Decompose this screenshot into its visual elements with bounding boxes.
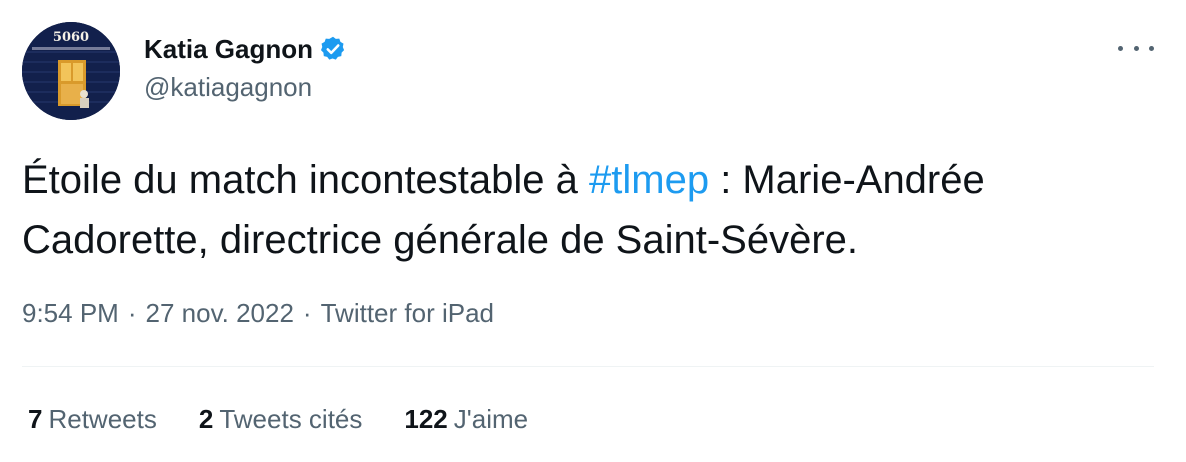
quote-tweets-label: Tweets cités [219,404,363,434]
tweet-meta: 9:54 PM · 27 nov. 2022 · Twitter for iPa… [22,298,494,329]
tweet-text: Étoile du match incontestable à #tlmep :… [22,150,1162,270]
likes-label: J'aime [453,404,529,434]
likes-stat[interactable]: 122 J'aime [404,404,528,435]
retweets-label: Retweets [48,404,157,434]
quote-tweets-stat[interactable]: 2 Tweets cités [199,404,363,435]
dot-icon [1133,45,1139,51]
tweet-card: 5060 Katia Gagnon @katiagagnon Étoile du… [0,0,1186,462]
avatar[interactable]: 5060 [22,22,120,120]
meta-separator: · [302,298,312,328]
likes-count: 122 [404,404,448,434]
author-handle[interactable]: @katiagagnon [144,72,312,103]
more-options-button[interactable] [1118,36,1154,60]
author-name[interactable]: Katia Gagnon [144,34,313,65]
tweet-source[interactable]: Twitter for iPad [321,298,494,329]
divider [22,366,1154,367]
avatar-title: 5060 [53,30,89,45]
avatar-image: 5060 [22,22,120,120]
quote-tweets-count: 2 [198,404,214,434]
dot-icon [1118,45,1123,51]
retweets-stat[interactable]: 7 Retweets [28,404,157,435]
tweet-date[interactable]: 27 nov. 2022 [146,298,294,329]
dot-icon [1149,45,1154,51]
tweet-text-start: Étoile du match incontestable à [22,158,590,202]
meta-separator: · [127,298,137,328]
tweet-stats: 7 Retweets 2 Tweets cités 122 J'aime [28,404,570,435]
tweet-time[interactable]: 9:54 PM [22,298,119,329]
retweets-count: 7 [28,404,43,434]
author-name-row[interactable]: Katia Gagnon [144,32,347,66]
verified-badge-icon [319,35,347,63]
hashtag-link[interactable]: #tlmep [589,158,709,202]
